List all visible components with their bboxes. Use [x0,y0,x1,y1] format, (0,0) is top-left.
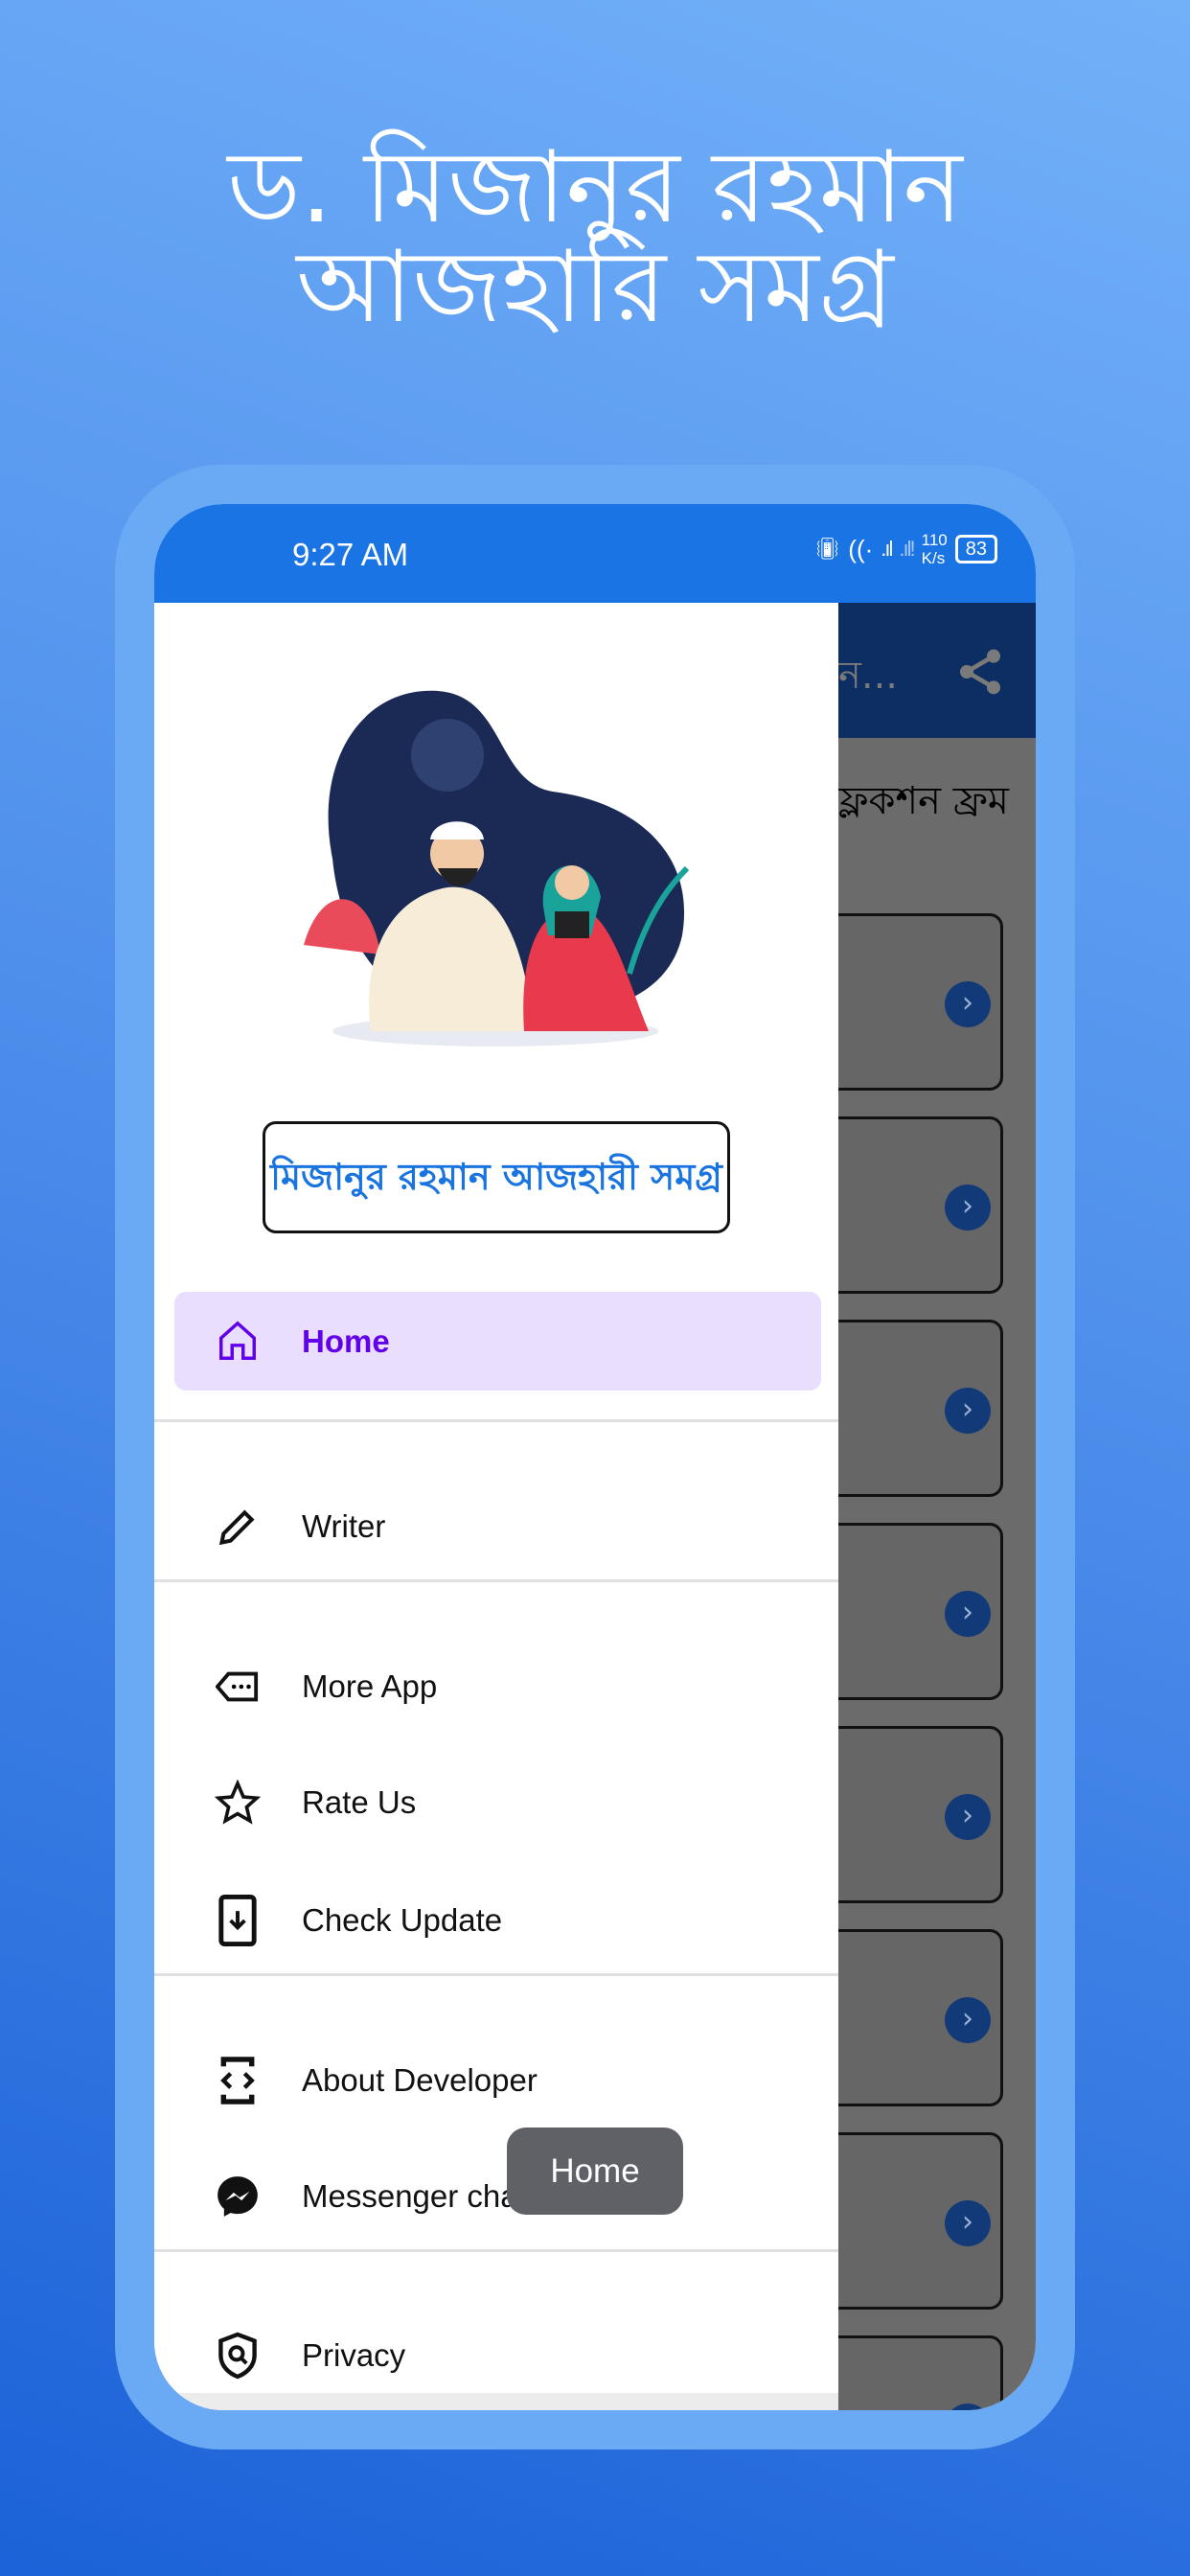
promo-screenshot: ড. মিজানুর রহমান আজহারি সমগ্র 9:27 AM 📳︎… [0,0,1190,2576]
list-card[interactable]: › [810,1116,1003,1294]
signal-weak-icon: .ıl! [899,537,915,561]
drawer-item-home[interactable]: Home [174,1292,821,1391]
chevron-right-icon: › [945,1591,991,1637]
vibrate-icon: 📳︎ [813,537,841,561]
drawer-item-label: About Developer [302,2062,538,2098]
shield-search-icon [214,2332,262,2380]
wifi-icon: ((· [848,534,874,564]
chevron-right-icon: › [945,2200,991,2246]
net-speed: 110 K/s [922,531,948,567]
drawer-item-label: Rate Us [302,1784,417,1820]
drawer-item-label: Home [302,1322,390,1359]
drawer-item-label: Writer [302,1508,386,1544]
drawer-item-privacy[interactable]: Privacy [154,2308,838,2404]
status-time: 9:27 AM [292,537,409,572]
drawer-bottom-edge [154,2393,838,2410]
drawer-item-about-developer[interactable]: About Developer [154,2033,838,2128]
app-bar: ন... [838,603,1036,738]
app-bar-title: ন... [838,654,899,698]
list-card[interactable]: › [810,1320,1003,1497]
list-card[interactable]: › [810,2132,1003,2310]
drawer-item-writer[interactable]: Writer [154,1479,838,1575]
drawer-item-label: Privacy [302,2337,406,2373]
app-name-badge: মিজানুর রহমান আজহারী সমগ্র [263,1121,730,1233]
battery-indicator: 83 [954,535,997,564]
drawer-item-rate-us[interactable]: Rate Us [154,1755,838,1851]
section-subheading: ফ্লকশন ফ্রম [838,779,1010,823]
chevron-right-icon: › [945,2404,991,2410]
phone-screen: 9:27 AM 📳︎ ((· .ıl .ıl! 110 K/s 83 ন... … [154,504,1036,2410]
illustration-image [304,690,690,1046]
navigation-drawer: মিজানুর রহমান আজহারী সমগ্র Home Writer M… [154,603,838,2410]
list-card[interactable]: › [810,1929,1003,2106]
divider [154,2249,838,2252]
dimmed-main-screen[interactable]: ন... ফ্লকশন ফ্রম › › › › › › › › [810,603,1036,2410]
status-bar: 9:27 AM 📳︎ ((· .ıl .ıl! 110 K/s 83 [154,504,1036,603]
list-card[interactable]: › [810,913,1003,1091]
signal-icon: .ıl [881,537,893,561]
status-icons: 📳︎ ((· .ıl .ıl! 110 K/s 83 [813,531,997,567]
messenger-icon [214,2173,262,2220]
drawer-item-label: More App [302,1668,438,1704]
promo-title-line2: আজহারি সমগ্র [296,228,894,345]
net-speed-value: 110 [921,531,948,549]
chevron-right-icon: › [945,1184,991,1230]
drawer-item-messenger[interactable]: Messenger chats [154,2149,838,2244]
pencil-icon [214,1503,262,1551]
chevron-right-icon: › [945,1997,991,2043]
star-icon [214,1779,262,1827]
divider [154,1579,838,1582]
drawer-item-label: Check Update [302,1902,503,1938]
chevron-right-icon: › [945,1794,991,1840]
divider [154,1419,838,1422]
drawer-item-check-update[interactable]: Check Update [154,1873,838,1968]
list-card[interactable]: › [810,1523,1003,1700]
chevron-right-icon: › [945,981,991,1027]
list-card[interactable]: › [810,1726,1003,1903]
list-card[interactable]: › [810,2335,1003,2410]
share-icon[interactable] [953,643,1007,701]
tag-more-icon [214,1663,262,1711]
developer-mode-icon [214,2057,262,2104]
chevron-right-icon: › [945,1388,991,1434]
net-speed-unit: K/s [921,549,946,567]
promo-title-line1: ড. মিজানুর রহমান [227,128,963,245]
phone-download-icon [214,1895,262,1946]
home-icon [214,1318,262,1366]
toast-message: Home [507,2128,683,2215]
drawer-item-more-app[interactable]: More App [154,1639,838,1735]
divider [154,1973,838,1976]
